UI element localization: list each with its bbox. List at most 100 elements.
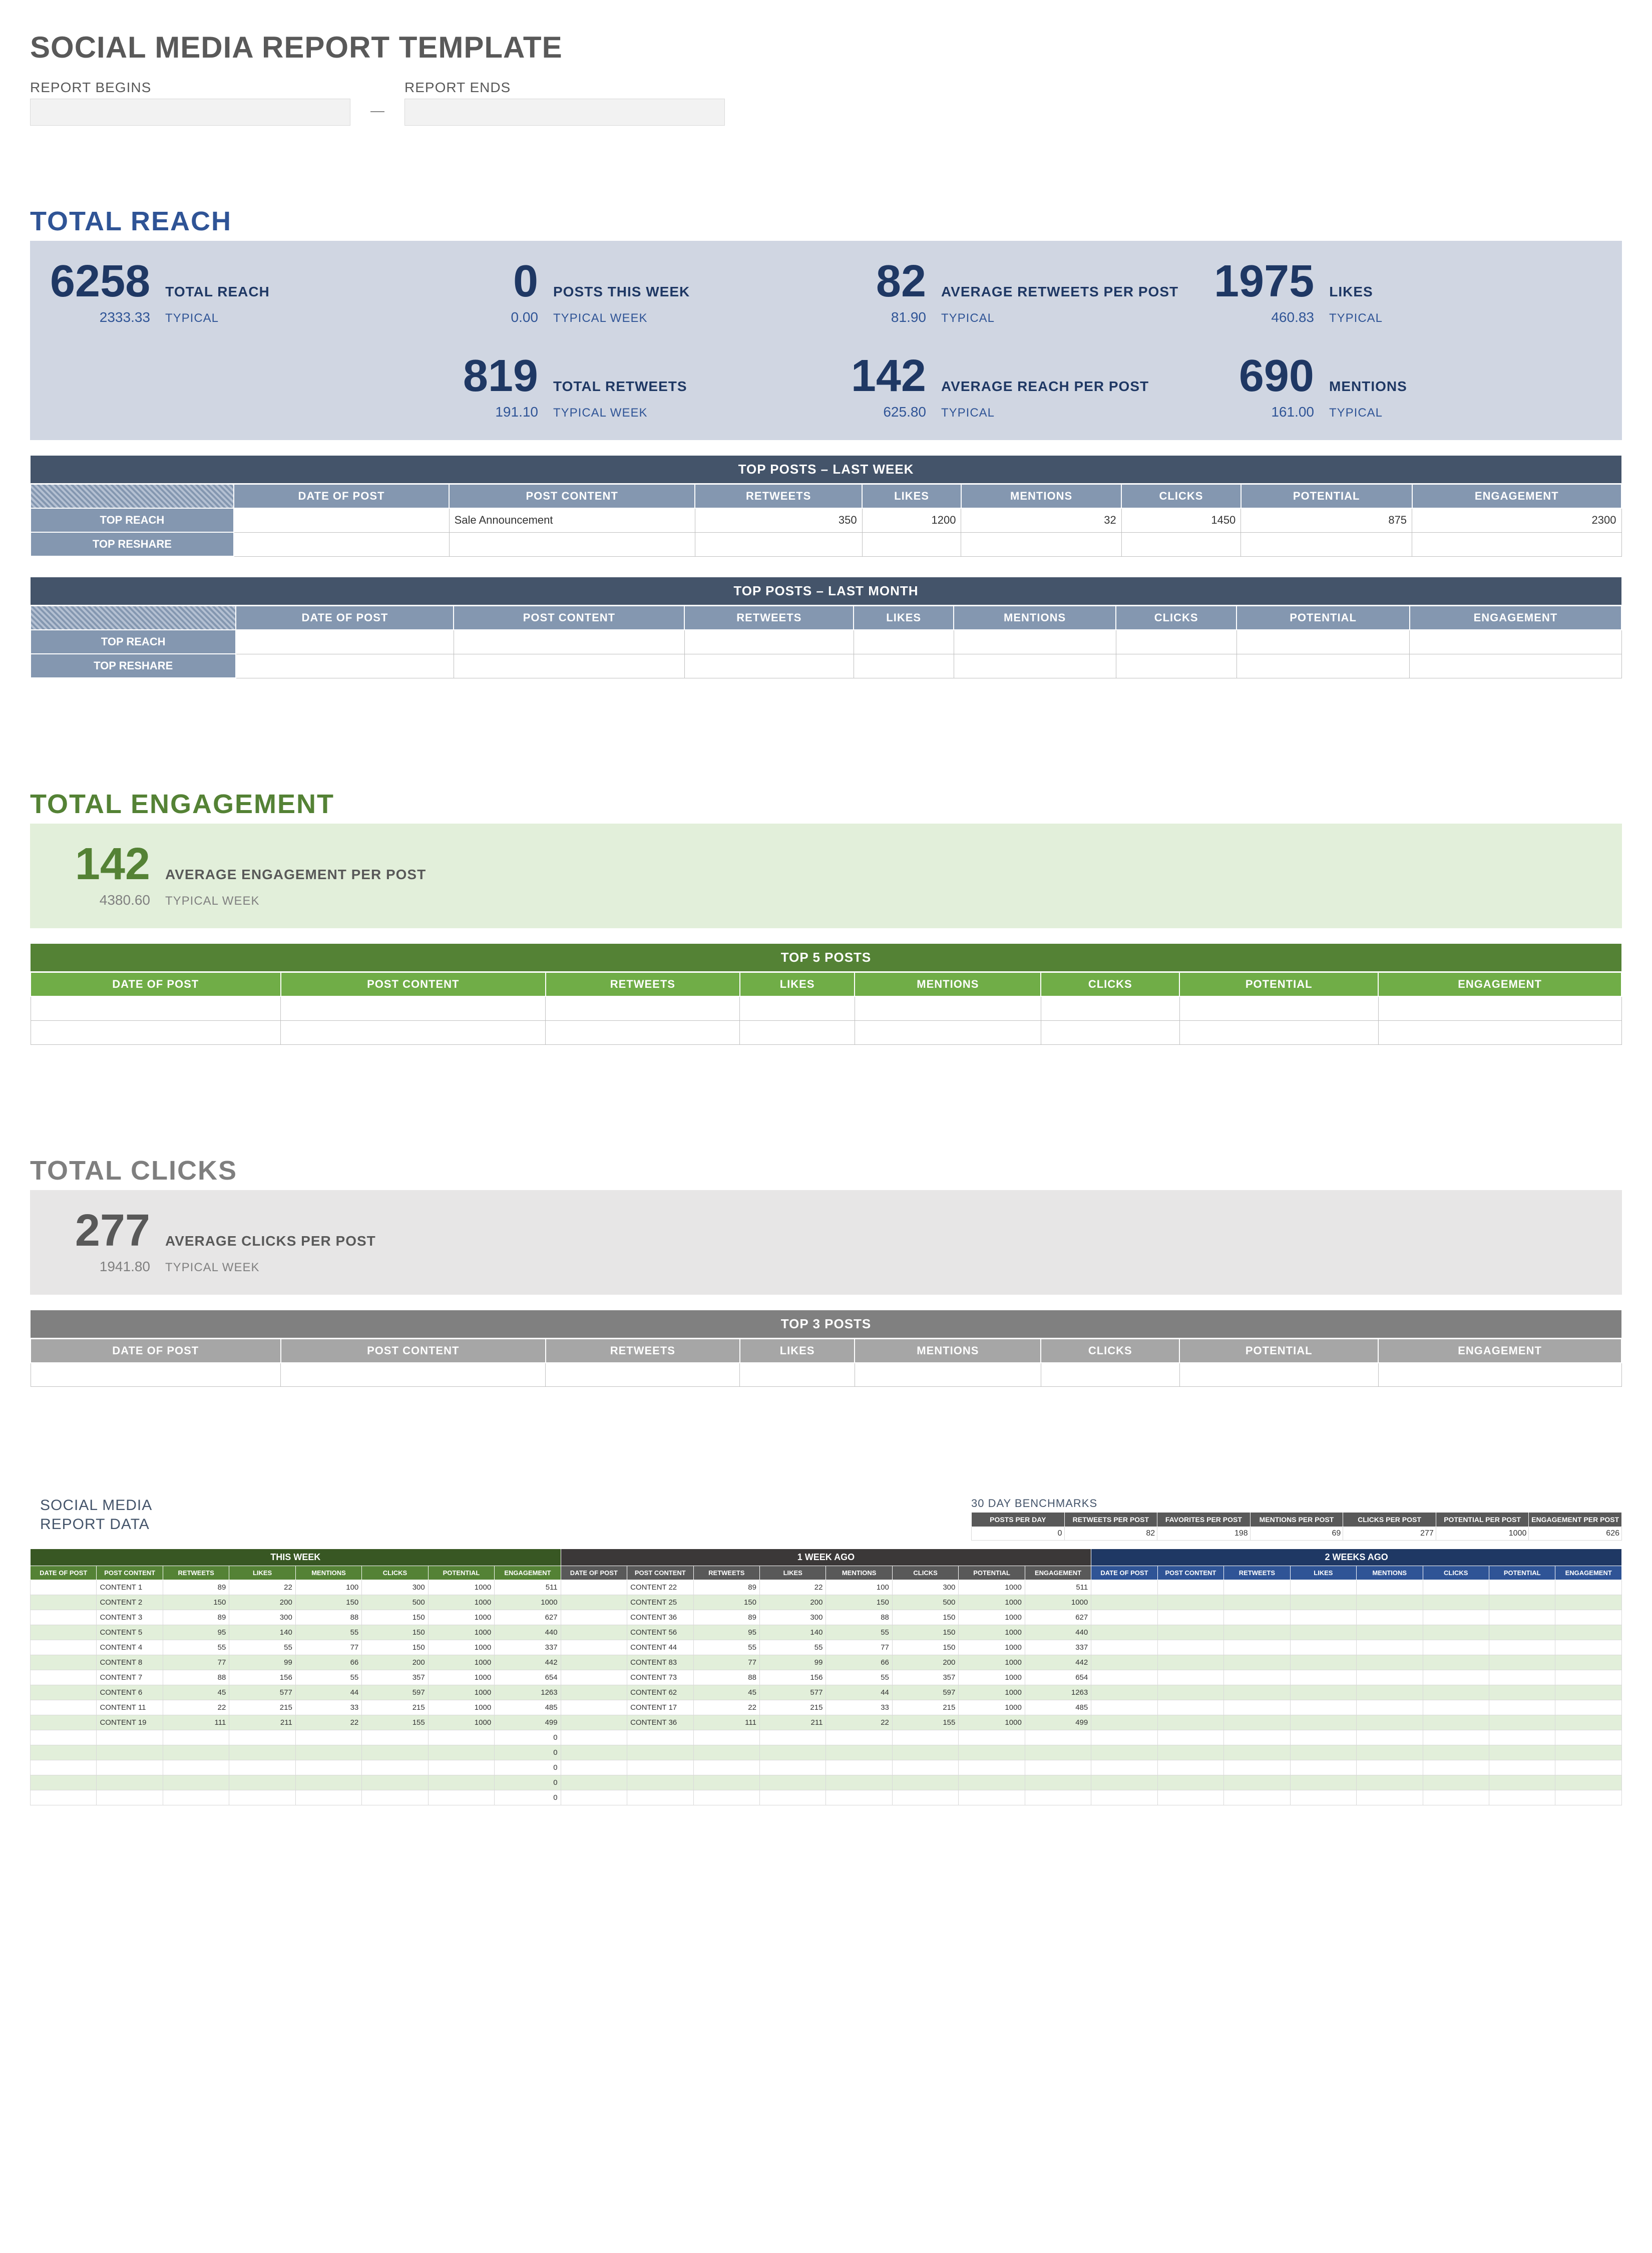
data-cell: CONTENT 8 — [97, 1655, 163, 1670]
data-cell — [1555, 1655, 1622, 1670]
column-header: POTENTIAL — [1179, 1339, 1378, 1363]
data-cell: 357 — [362, 1670, 428, 1685]
reach-metric: 690MENTIONS161.00TYPICAL — [1214, 350, 1602, 420]
data-cell — [1290, 1715, 1356, 1730]
data-cell — [1091, 1595, 1157, 1610]
data-row: CONTENT 45555771501000337CONTENT 4455557… — [31, 1640, 1622, 1655]
top-3-posts-caption: TOP 3 POSTS — [30, 1310, 1622, 1338]
data-cell — [1357, 1670, 1423, 1685]
data-cell: 150 — [362, 1625, 428, 1640]
data-col-header: DATE OF POST — [561, 1566, 627, 1580]
report-ends-input[interactable] — [404, 99, 725, 126]
data-cell — [1025, 1745, 1091, 1760]
data-cell — [561, 1670, 627, 1685]
data-cell — [1489, 1760, 1555, 1775]
data-row: 0 — [31, 1745, 1622, 1760]
data-cell — [1489, 1640, 1555, 1655]
data-cell — [693, 1775, 759, 1790]
benchmarks-title: 30 DAY BENCHMARKS — [971, 1497, 1622, 1510]
data-cell: 200 — [362, 1655, 428, 1670]
data-cell — [295, 1760, 361, 1775]
data-cell: CONTENT 44 — [627, 1640, 693, 1655]
data-cell — [163, 1745, 229, 1760]
data-cell — [1157, 1760, 1223, 1775]
page-title: SOCIAL MEDIA REPORT TEMPLATE — [30, 30, 1622, 65]
metric-sublabel: TYPICAL — [1329, 311, 1383, 325]
data-cell — [1357, 1790, 1423, 1805]
data-cell: 654 — [1025, 1670, 1091, 1685]
data-cell: 1000 — [959, 1715, 1025, 1730]
data-cell: CONTENT 11 — [97, 1700, 163, 1715]
data-col-header: CLICKS — [892, 1566, 958, 1580]
data-cell: 150 — [826, 1595, 892, 1610]
data-cell: CONTENT 62 — [627, 1685, 693, 1700]
data-cell — [561, 1610, 627, 1625]
data-cell — [1091, 1715, 1157, 1730]
data-cell: 442 — [495, 1655, 561, 1670]
data-cell — [561, 1625, 627, 1640]
data-cell — [163, 1775, 229, 1790]
data-cell: 1000 — [959, 1640, 1025, 1655]
metric-value: 82 — [826, 256, 926, 307]
data-col-header: POST CONTENT — [627, 1566, 693, 1580]
column-header: RETWEETS — [695, 484, 862, 508]
data-cell — [1555, 1760, 1622, 1775]
data-cell — [1290, 1640, 1356, 1655]
bench-col-header: RETWEETS PER POST — [1064, 1513, 1157, 1527]
data-cell: 88 — [163, 1670, 229, 1685]
bench-value: 1000 — [1436, 1527, 1529, 1541]
data-col-header: RETWEETS — [693, 1566, 759, 1580]
data-cell — [561, 1715, 627, 1730]
column-header: POST CONTENT — [454, 606, 684, 630]
data-cell — [959, 1790, 1025, 1805]
data-cell: 140 — [759, 1625, 825, 1640]
bench-value: 198 — [1157, 1527, 1251, 1541]
data-cell — [229, 1775, 295, 1790]
data-col-header: LIKES — [759, 1566, 825, 1580]
data-col-header: POTENTIAL — [1489, 1566, 1555, 1580]
data-cell: 88 — [693, 1670, 759, 1685]
data-cell: 1000 — [428, 1640, 494, 1655]
data-col-header: POTENTIAL — [428, 1566, 494, 1580]
table-row — [31, 996, 1621, 1020]
data-col-header: ENGAGEMENT — [1555, 1566, 1622, 1580]
report-ends-label: REPORT ENDS — [404, 80, 725, 96]
data-cell: 357 — [892, 1670, 958, 1685]
data-col-header: DATE OF POST — [1091, 1566, 1157, 1580]
report-begins-input[interactable] — [30, 99, 350, 126]
data-cell — [892, 1760, 958, 1775]
data-cell: 211 — [229, 1715, 295, 1730]
data-cell: 1000 — [428, 1625, 494, 1640]
data-cell: 597 — [892, 1685, 958, 1700]
data-cell — [1489, 1700, 1555, 1715]
data-cell — [1555, 1745, 1622, 1760]
data-cell: 44 — [826, 1685, 892, 1700]
data-cell: 1000 — [428, 1610, 494, 1625]
data-cell: 215 — [229, 1700, 295, 1715]
data-cell — [97, 1775, 163, 1790]
data-cell: 627 — [1025, 1610, 1091, 1625]
data-cell — [1224, 1610, 1290, 1625]
data-cell — [1224, 1625, 1290, 1640]
data-cell — [1555, 1685, 1622, 1700]
data-cell — [362, 1775, 428, 1790]
data-cell — [561, 1775, 627, 1790]
data-cell — [1157, 1670, 1223, 1685]
data-cell — [362, 1760, 428, 1775]
column-header: POTENTIAL — [1241, 484, 1412, 508]
data-cell — [693, 1760, 759, 1775]
data-cell — [561, 1580, 627, 1595]
data-cell: 140 — [229, 1625, 295, 1640]
data-cell — [1091, 1700, 1157, 1715]
data-col-header: RETWEETS — [1224, 1566, 1290, 1580]
data-cell — [1357, 1625, 1423, 1640]
data-cell: 200 — [892, 1655, 958, 1670]
data-cell — [892, 1730, 958, 1745]
total-engagement-title: TOTAL ENGAGEMENT — [30, 789, 1622, 820]
data-cell: 0 — [495, 1760, 561, 1775]
data-cell: CONTENT 73 — [627, 1670, 693, 1685]
data-cell — [892, 1790, 958, 1805]
data-cell — [759, 1790, 825, 1805]
table-row: TOP REACHSale Announcement35012003214508… — [31, 508, 1621, 532]
data-cell: 1000 — [959, 1670, 1025, 1685]
